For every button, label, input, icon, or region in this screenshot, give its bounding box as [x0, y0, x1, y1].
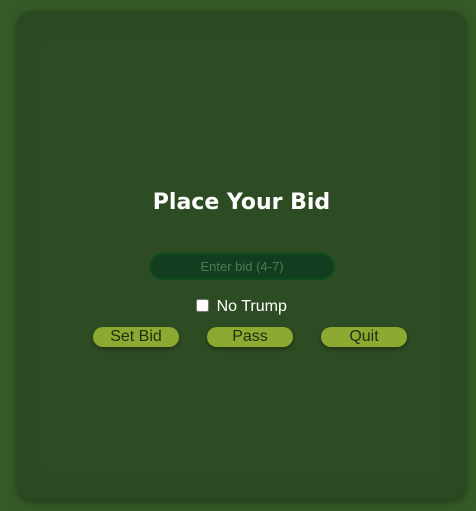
- set-bid-button[interactable]: Set Bid: [93, 327, 179, 347]
- no-trump-checkbox[interactable]: [196, 299, 210, 312]
- bid-dialog: Place Your Bid No Trump Set Bid Pass Qui…: [17, 11, 466, 499]
- bid-input[interactable]: [149, 253, 335, 280]
- dialog-title: Place Your Bid: [152, 190, 331, 215]
- no-trump-label: No Trump: [216, 298, 287, 315]
- quit-button[interactable]: Quit: [321, 327, 407, 347]
- no-trump-option: No Trump: [17, 297, 466, 317]
- pass-button[interactable]: Pass: [207, 327, 293, 347]
